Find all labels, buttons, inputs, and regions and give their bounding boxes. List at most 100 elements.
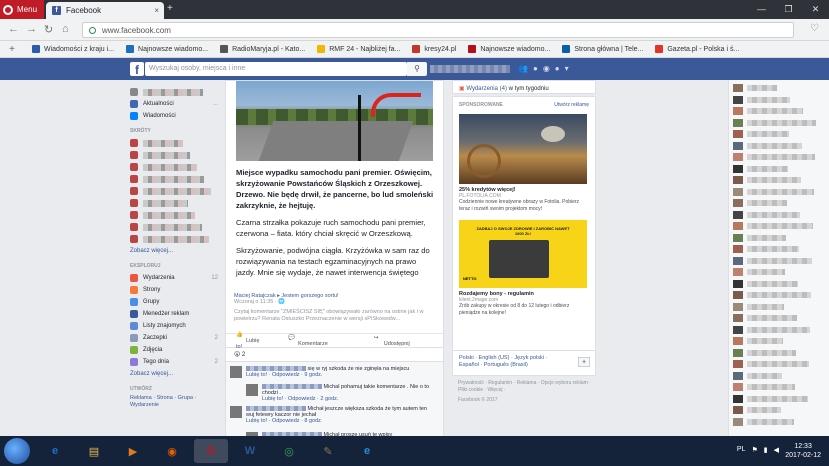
sidebar-item-explore[interactable]: Zdjęcia xyxy=(130,344,218,356)
chat-contact[interactable] xyxy=(733,406,827,414)
create-ad-link[interactable]: Utwórz reklamę xyxy=(554,102,589,108)
shortcut-item[interactable] xyxy=(130,185,218,197)
chat-contact[interactable] xyxy=(733,291,827,299)
comment-meta[interactable]: Lubię to! · Odpowiedz · 2 godz. xyxy=(262,396,435,402)
post-photo[interactable] xyxy=(236,81,433,161)
profile-shortcut[interactable] xyxy=(130,86,218,98)
commenter-name-blurred[interactable] xyxy=(262,384,322,390)
forward-button[interactable]: → xyxy=(26,23,37,35)
create-links[interactable]: Reklama · Strona · Grupa · Wydarzenie xyxy=(130,395,218,409)
shortcut-item[interactable] xyxy=(130,137,218,149)
home-button[interactable]: ⌂ xyxy=(62,23,69,35)
sidebar-item-explore[interactable]: Menedżer reklam xyxy=(130,308,218,320)
footer-links-text[interactable]: Prywatność · Regulamin · Reklama · Opcje… xyxy=(458,380,598,394)
chat-contact[interactable] xyxy=(733,348,827,357)
taskbar-firefox-icon[interactable]: ◉ xyxy=(155,439,189,463)
taskbar-opera-icon[interactable]: O xyxy=(194,439,228,463)
chat-contact[interactable] xyxy=(733,383,827,391)
sidebar-item-explore[interactable]: Wydarzenia 12 xyxy=(130,272,218,284)
see-more-explore-link[interactable]: Zobacz więcej... xyxy=(130,368,218,380)
commenter-name-blurred[interactable] xyxy=(246,406,306,412)
chat-contact[interactable] xyxy=(733,302,827,311)
chat-contact[interactable] xyxy=(733,245,827,253)
taskbar-chrome-icon[interactable]: ◎ xyxy=(272,439,306,463)
notifications-icon[interactable]: ◉ xyxy=(543,64,550,73)
chat-contact[interactable] xyxy=(733,394,827,403)
sidebar-item-explore[interactable]: Listy znajomych xyxy=(130,320,218,332)
back-button[interactable]: ← xyxy=(8,23,19,35)
bookmark-item[interactable]: Wiadomości z kraju i... xyxy=(32,45,114,53)
chat-contact[interactable] xyxy=(733,360,827,368)
new-tab-button[interactable]: + xyxy=(167,3,173,14)
friend-requests-icon[interactable]: 👥 xyxy=(518,64,528,73)
quick-help-icon[interactable]: ● xyxy=(555,64,560,73)
chat-contact[interactable] xyxy=(733,222,827,230)
bookmark-item[interactable]: Gazeta.pl - Polska i ś... xyxy=(655,45,739,53)
bookmark-item[interactable]: Strona główna | Tele... xyxy=(562,45,643,53)
chat-contact[interactable] xyxy=(733,417,827,426)
facebook-logo[interactable]: f xyxy=(130,62,144,77)
chat-contact[interactable] xyxy=(733,84,827,92)
chat-contact[interactable] xyxy=(733,199,827,207)
chat-contact[interactable] xyxy=(733,314,827,322)
shortcut-item[interactable] xyxy=(130,197,218,209)
shortcut-item[interactable] xyxy=(130,161,218,173)
chat-contact[interactable] xyxy=(733,164,827,173)
commenter-name-blurred[interactable] xyxy=(246,366,306,372)
tab-close-icon[interactable]: × xyxy=(154,6,159,15)
ad-image-netto[interactable]: ZADBAJ O SWOJE ZDROWIE I ZAROBIĆ NAWET 1… xyxy=(459,220,587,288)
chat-contact[interactable] xyxy=(733,130,827,138)
taskbar-word-icon[interactable]: W xyxy=(233,439,267,463)
taskbar-folder-icon[interactable]: ▤ xyxy=(77,439,111,463)
language-indicator[interactable]: PL xyxy=(737,446,746,454)
chat-contact[interactable] xyxy=(733,268,827,276)
messages-icon[interactable]: ● xyxy=(533,64,538,73)
flag-icon[interactable]: ⚑ xyxy=(751,446,757,454)
events-box[interactable]: ▣ Wydarzenia (4) w tym tygodniu xyxy=(452,80,596,94)
add-language-button[interactable]: + xyxy=(578,357,590,367)
shortcut-item[interactable] xyxy=(130,233,218,245)
chat-contact[interactable] xyxy=(733,118,827,127)
bookmark-item[interactable]: RMF 24 - Najbliżej fa... xyxy=(317,45,400,53)
ad-image-fotolia[interactable] xyxy=(459,114,587,184)
chat-contact[interactable] xyxy=(733,256,827,265)
start-button[interactable] xyxy=(4,438,30,464)
shortcut-item[interactable] xyxy=(130,149,218,161)
comment-meta[interactable]: Lubię to! · Odpowiedz · 8 godz. xyxy=(246,418,435,424)
avatar[interactable] xyxy=(230,366,242,378)
sidebar-item-top[interactable]: Wiadomości xyxy=(130,110,218,122)
bookmark-item[interactable]: RadioMaryja.pl - Kato... xyxy=(220,45,305,53)
clock[interactable]: 12:33 2017-02-12 xyxy=(785,442,821,460)
chat-contact[interactable] xyxy=(733,176,827,184)
chat-contact[interactable] xyxy=(733,153,827,161)
volume-icon[interactable]: ◀ xyxy=(774,446,779,454)
heart-icon[interactable]: ♡ xyxy=(810,23,819,34)
post-author-suffix[interactable]: Jestem gorszego sortu! xyxy=(281,293,338,299)
chat-contact[interactable] xyxy=(733,279,827,288)
account-menu-icon[interactable]: ▾ xyxy=(565,64,569,73)
taskbar-paint-icon[interactable]: ✎ xyxy=(311,439,345,463)
shortcut-item[interactable] xyxy=(130,209,218,221)
chat-contact[interactable] xyxy=(733,325,827,334)
opera-menu-button[interactable]: Menu xyxy=(0,0,44,19)
events-link[interactable]: Wydarzenia (4) xyxy=(466,86,507,92)
chat-contact[interactable] xyxy=(733,210,827,219)
chat-contact[interactable] xyxy=(733,107,827,115)
see-more-shortcuts-link[interactable]: Zobacz więcej... xyxy=(130,245,218,257)
maximize-button[interactable]: ❐ xyxy=(775,0,802,19)
sidebar-item-top[interactable]: Aktualności... xyxy=(130,98,218,110)
share-button[interactable]: ↪ Udostępnij xyxy=(374,335,428,347)
sidebar-item-explore[interactable]: Zaczepki 2 xyxy=(130,332,218,344)
taskbar-edge-icon[interactable]: e xyxy=(350,439,384,463)
sidebar-item-explore[interactable]: Tego dnia 2 xyxy=(130,356,218,368)
chat-contact[interactable] xyxy=(733,95,827,104)
close-window-button[interactable]: ✕ xyxy=(802,0,829,19)
search-icon[interactable]: ⚲ xyxy=(407,62,427,76)
avatar[interactable] xyxy=(246,384,258,396)
profile-link[interactable] xyxy=(430,65,510,73)
language-links-1[interactable]: Polski · English (US) · Język polski · xyxy=(459,355,589,362)
tab-facebook[interactable]: f Facebook × xyxy=(46,2,164,19)
chat-contact[interactable] xyxy=(733,141,827,150)
reload-button[interactable]: ↻ xyxy=(44,23,53,36)
sidebar-item-explore[interactable]: Strony xyxy=(130,284,218,296)
